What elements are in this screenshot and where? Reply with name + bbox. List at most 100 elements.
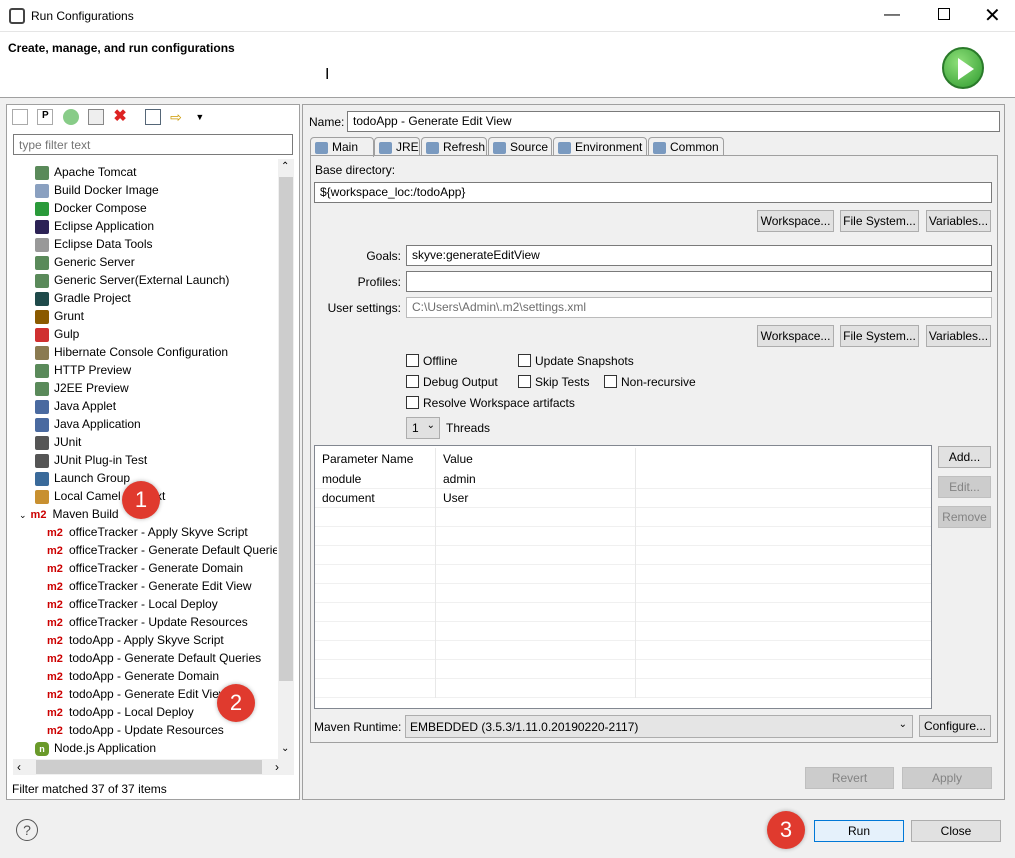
tree-item[interactable]: n Node.js Application xyxy=(35,739,156,757)
name-input[interactable]: todoApp - Generate Edit View xyxy=(347,111,1000,132)
threads-select[interactable]: 1 ⌄ xyxy=(406,417,440,439)
table-row xyxy=(315,584,931,603)
scroll-thumb[interactable] xyxy=(279,177,293,681)
configure-button[interactable]: Configure... xyxy=(919,715,991,737)
tree-item[interactable]: m2 officeTracker - Update Resources xyxy=(47,613,248,631)
apply-button[interactable]: Apply xyxy=(902,767,992,789)
tab-source[interactable]: Source xyxy=(488,137,552,156)
file-system-button-1[interactable]: File System... xyxy=(840,210,919,232)
tree-item[interactable]: m2 todoApp - Update Resources xyxy=(47,721,224,739)
tree-horizontal-scrollbar[interactable]: ‹ › xyxy=(13,759,294,775)
tree-item[interactable]: Build Docker Image xyxy=(35,181,159,199)
run-button[interactable]: Run xyxy=(814,820,904,842)
skip-tests-checkbox[interactable]: Skip Tests xyxy=(518,375,589,389)
tree-item[interactable]: HTTP Preview xyxy=(35,361,131,379)
table-row[interactable]: document User xyxy=(315,489,931,508)
tree-item[interactable]: Eclipse Application xyxy=(35,217,154,235)
non-recursive-checkbox[interactable]: Non-recursive xyxy=(604,375,696,389)
offline-checkbox[interactable]: Offline xyxy=(406,354,457,368)
tree-item[interactable]: Java Application xyxy=(35,415,141,433)
tree-item[interactable]: JUnit xyxy=(35,433,81,451)
tree-item[interactable]: JUnit Plug-in Test xyxy=(35,451,147,469)
tree-item[interactable]: m2 todoApp - Local Deploy xyxy=(47,703,194,721)
goals-input[interactable]: skyve:generateEditView xyxy=(406,245,992,266)
filter-icon[interactable]: ⇨ xyxy=(170,109,186,125)
column-header[interactable]: Parameter Name xyxy=(315,448,436,470)
tab-environment[interactable]: Environment xyxy=(553,137,647,156)
maven-runtime-select[interactable]: EMBEDDED (3.5.3/1.11.0.20190220-2117) ⌄ xyxy=(405,715,913,738)
tree-item[interactable]: Generic Server xyxy=(35,253,135,271)
table-cell: module xyxy=(315,470,436,489)
window-title: Run Configurations xyxy=(31,9,134,23)
table-row xyxy=(315,679,931,698)
resolve-workspace-checkbox[interactable]: Resolve Workspace artifacts xyxy=(406,396,575,410)
file-system-button-2[interactable]: File System... xyxy=(840,325,919,347)
close-button[interactable]: Close xyxy=(911,820,1001,842)
filter-input[interactable] xyxy=(13,134,293,155)
tree-item[interactable]: Gradle Project xyxy=(35,289,131,307)
tree-item[interactable]: m2 officeTracker - Generate Domain xyxy=(47,559,243,577)
user-settings-input[interactable]: C:\Users\Admin\.m2\settings.xml xyxy=(406,297,992,318)
table-row xyxy=(315,527,931,546)
profiles-input[interactable] xyxy=(406,271,992,292)
debug-output-checkbox[interactable]: Debug Output xyxy=(406,375,498,389)
hibernate-icon xyxy=(35,345,49,360)
expand-chevron-icon[interactable]: ⌄ xyxy=(19,510,27,520)
tree-item[interactable]: m2 officeTracker - Apply Skyve Script xyxy=(47,523,248,541)
tree-vertical-scrollbar[interactable]: ⌃ ⌄ xyxy=(278,159,294,759)
tree-item[interactable]: Docker Compose xyxy=(35,199,147,217)
workspace-button-1[interactable]: Workspace... xyxy=(757,210,834,232)
minimize-button[interactable]: — xyxy=(884,6,900,24)
scroll-right-icon[interactable]: › xyxy=(275,760,279,774)
tree-item-label: officeTracker - Update Resources xyxy=(69,615,248,629)
tree-item[interactable]: m2 officeTracker - Generate Edit View xyxy=(47,577,252,595)
collapse-all-icon[interactable] xyxy=(144,109,161,125)
help-icon[interactable]: ? xyxy=(16,819,38,841)
tab-main[interactable]: Main xyxy=(310,137,374,157)
remove-parameter-button[interactable]: Remove xyxy=(938,506,991,528)
maximize-button[interactable] xyxy=(938,8,950,20)
tree-item[interactable]: Grunt xyxy=(35,307,84,325)
base-dir-input[interactable]: ${workspace_loc:/todoApp} xyxy=(314,182,992,203)
tab-common[interactable]: Common xyxy=(648,137,724,156)
table-row[interactable]: module admin xyxy=(315,470,931,489)
tree-item[interactable]: m2 todoApp - Generate Default Queries xyxy=(47,649,261,667)
tree-item[interactable]: Generic Server(External Launch) xyxy=(35,271,229,289)
variables-button-1[interactable]: Variables... xyxy=(926,210,991,232)
add-parameter-button[interactable]: Add... xyxy=(938,446,991,468)
tree-item[interactable]: Apache Tomcat xyxy=(35,163,137,181)
tree-item[interactable]: J2EE Preview xyxy=(35,379,129,397)
tab-refresh[interactable]: Refresh xyxy=(421,137,487,156)
scroll-up-icon[interactable]: ⌃ xyxy=(281,161,289,172)
step-badge-1: 1 xyxy=(122,481,160,519)
tree-item[interactable]: m2 todoApp - Apply Skyve Script xyxy=(47,631,224,649)
tree-item[interactable]: Java Applet xyxy=(35,397,116,415)
view-menu-chevron-icon[interactable]: ▼ xyxy=(195,112,204,122)
tree-item[interactable]: Eclipse Data Tools xyxy=(35,235,153,253)
tree-item[interactable]: Gulp xyxy=(35,325,79,343)
tree-item[interactable]: m2 officeTracker - Generate Default Queri… xyxy=(47,541,277,559)
duplicate-icon[interactable] xyxy=(88,109,105,125)
close-window-button[interactable]: ✕ xyxy=(984,3,1001,28)
database-icon xyxy=(35,237,49,252)
edit-parameter-button[interactable]: Edit... xyxy=(938,476,991,498)
tree-item-maven-build[interactable]: ⌄ m2 Maven Build xyxy=(19,505,119,523)
new-config-icon[interactable] xyxy=(12,109,28,125)
delete-icon[interactable]: ✖ xyxy=(113,109,129,125)
update-snapshots-checkbox[interactable]: Update Snapshots xyxy=(518,354,634,368)
tree-item[interactable]: Launch Group xyxy=(35,469,130,487)
tree-item[interactable]: m2 officeTracker - Local Deploy xyxy=(47,595,218,613)
tree-item[interactable]: Hibernate Console Configuration xyxy=(35,343,228,361)
variables-button-2[interactable]: Variables... xyxy=(926,325,991,347)
h-scroll-thumb[interactable] xyxy=(36,760,262,774)
scroll-down-icon[interactable]: ⌄ xyxy=(281,743,289,754)
tree-item[interactable]: m2 todoApp - Generate Edit View xyxy=(47,685,228,703)
tree-item[interactable]: m2 todoApp - Generate Domain xyxy=(47,667,219,685)
export-icon[interactable] xyxy=(62,109,79,125)
tab-jre[interactable]: JRE xyxy=(374,137,420,156)
workspace-button-2[interactable]: Workspace... xyxy=(757,325,834,347)
new-prototype-icon[interactable]: P xyxy=(37,109,54,125)
revert-button[interactable]: Revert xyxy=(805,767,894,789)
scroll-left-icon[interactable]: ‹ xyxy=(17,760,21,774)
column-header[interactable]: Value xyxy=(436,448,636,470)
